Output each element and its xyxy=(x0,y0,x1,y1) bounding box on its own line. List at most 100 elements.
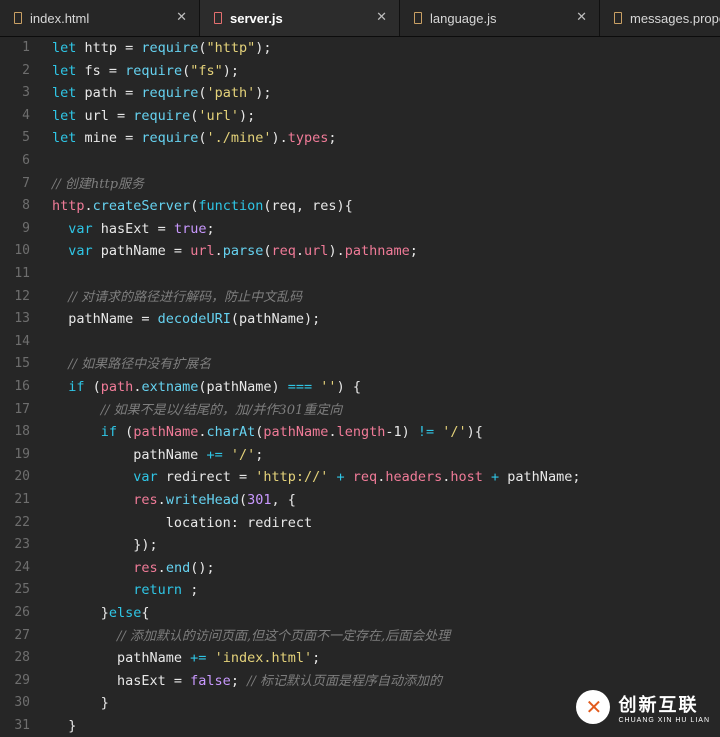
line-number: 1 xyxy=(22,40,30,55)
code-token: (pathName) xyxy=(198,379,288,395)
code-text: let url = require('url'); xyxy=(52,105,255,127)
line-number: 16 xyxy=(14,379,30,394)
code-text: pathName = decodeURI(pathName); xyxy=(52,308,320,330)
code-token: pathName xyxy=(52,650,191,666)
code-token: , { xyxy=(271,492,296,508)
code-token: ); xyxy=(222,63,239,79)
code-token: . xyxy=(214,243,223,259)
line-number: 20 xyxy=(14,469,30,484)
code-text: // 如果路径中没有扩展名 xyxy=(52,353,211,376)
code-token: false xyxy=(190,673,231,689)
code-line: 19 pathName += '/'; xyxy=(0,444,720,466)
line-number: 24 xyxy=(14,560,30,575)
code-token: req xyxy=(352,469,378,485)
code-token: 'http://' xyxy=(255,469,329,485)
code-token: // 如果不是以/结尾的，加/并作301重定向 xyxy=(100,403,343,418)
line-number: 2 xyxy=(22,63,30,78)
code-line: 20 var redirect = 'http://' + req.header… xyxy=(0,466,720,488)
code-line: 22 location: redirect xyxy=(0,512,720,534)
code-token: url xyxy=(304,243,329,259)
code-text: }else{ xyxy=(52,602,150,624)
code-token: . xyxy=(157,560,166,576)
close-icon[interactable]: ✕ xyxy=(176,10,187,25)
tab-1[interactable]: server.js ✕ xyxy=(200,0,400,36)
code-token: ); xyxy=(238,108,256,124)
code-token: + xyxy=(336,469,345,485)
code-token: var xyxy=(68,221,93,237)
code-token: let xyxy=(52,130,77,146)
code-token: hasExt = xyxy=(52,673,191,689)
line-number: 13 xyxy=(14,311,30,326)
tab-3[interactable]: messages.properties xyxy=(600,0,720,36)
line-number: 9 xyxy=(22,221,30,236)
code-token: types xyxy=(287,130,329,146)
code-token: (); xyxy=(190,560,215,576)
code-text: http.createServer(function(req, res){ xyxy=(52,195,353,217)
code-line: 26 }else{ xyxy=(0,602,720,624)
code-token: if xyxy=(100,424,118,440)
code-token: "fs" xyxy=(190,63,223,79)
code-token: true xyxy=(173,221,207,237)
code-token: host xyxy=(450,469,483,485)
code-token: res xyxy=(133,492,158,508)
tab-0[interactable]: index.html ✕ xyxy=(0,0,200,36)
line-number: 14 xyxy=(14,334,30,349)
code-token: . xyxy=(157,492,166,508)
close-icon[interactable]: ✕ xyxy=(376,10,387,25)
code-token: pathName = xyxy=(52,311,158,327)
code-token: -1) xyxy=(385,424,418,440)
watermark-text: 创新互联 CHUANG XIN HU LIAN xyxy=(618,691,710,724)
code-token: (req, res){ xyxy=(263,198,353,214)
code-token: res xyxy=(133,560,158,576)
code-line: 7 // 创建http服务 xyxy=(0,173,720,195)
code-line: 13 pathName = decodeURI(pathName); xyxy=(0,308,720,330)
code-editor[interactable]: 1 let http = require("http"); 2 let fs = re… xyxy=(0,37,720,737)
code-line: 25 return ; xyxy=(0,579,720,601)
code-line: 15 // 如果路径中没有扩展名 xyxy=(0,353,720,375)
line-number: 18 xyxy=(14,424,30,439)
code-token: 'url' xyxy=(198,108,239,124)
line-number: 10 xyxy=(14,243,30,258)
code-token: } xyxy=(52,605,109,621)
code-token: ( xyxy=(182,63,191,79)
code-token: ; xyxy=(312,650,321,666)
code-token: === xyxy=(287,379,313,395)
code-text: var pathName = url.parse(req.url).pathna… xyxy=(52,240,418,262)
code-token: var xyxy=(133,469,158,485)
tab-2[interactable]: language.js ✕ xyxy=(400,0,600,36)
tab-bar: index.html ✕ server.js ✕ language.js ✕ message… xyxy=(0,0,720,37)
code-line: 5 let mine = require('./mine').types; xyxy=(0,127,720,149)
code-token: // 对请求的路径进行解码，防止中文乱码 xyxy=(68,290,303,305)
code-text: } xyxy=(52,715,76,737)
watermark-cn: 创新互联 xyxy=(618,694,699,716)
code-line: 21 res.writeHead(301, { xyxy=(0,489,720,511)
code-text: } xyxy=(52,692,109,714)
close-icon[interactable]: ✕ xyxy=(576,10,587,25)
line-number: 22 xyxy=(14,515,30,530)
code-token: . xyxy=(295,243,305,259)
line-number: 31 xyxy=(14,718,30,733)
code-text: var hasExt = true; xyxy=(52,218,215,240)
code-token: += xyxy=(206,447,223,463)
code-text: pathName += '/'; xyxy=(52,444,263,466)
line-number: 5 xyxy=(22,130,30,145)
code-line: 17 // 如果不是以/结尾的，加/并作301重定向 xyxy=(0,399,720,421)
code-token: path xyxy=(100,379,134,395)
code-token: return xyxy=(133,582,183,598)
code-token: pathName; xyxy=(499,469,581,485)
code-token: ; xyxy=(206,221,215,237)
tab-label: messages.properties xyxy=(630,10,720,26)
watermark: 创新互联 CHUANG XIN HU LIAN xyxy=(576,687,710,727)
code-text: res.writeHead(301, { xyxy=(52,489,296,511)
code-text: // 如果不是以/结尾的，加/并作301重定向 xyxy=(52,399,342,422)
code-token: let xyxy=(52,63,77,79)
line-number: 3 xyxy=(22,85,30,100)
